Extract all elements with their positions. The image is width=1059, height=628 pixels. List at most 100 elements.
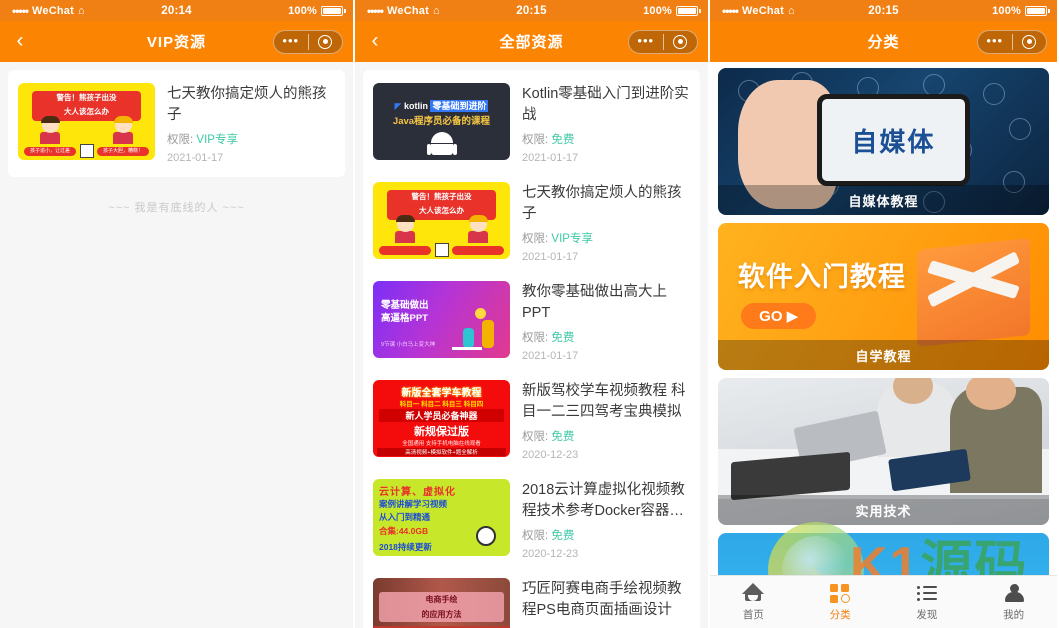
resource-permission: 权限: VIP专享: [522, 230, 690, 246]
resource-date: 2020-12-23: [522, 548, 579, 560]
resource-date: 2021-01-17: [522, 350, 579, 362]
category-card-shiyong[interactable]: 实用技术: [718, 378, 1049, 525]
resource-permission: 权限: 免费: [522, 527, 690, 543]
vip-card-wrap: 警告！熊孩子出没 大人该怎么办 孩子追小，让过差 孩子大胆，糟糕！ 七天教你搞定…: [0, 62, 353, 185]
thumb-line-1: kotlin: [403, 101, 428, 111]
resource-meta: 七天教你搞定烦人的熊孩子 权限: VIP专享 2021-01-17: [522, 182, 690, 263]
go-button[interactable]: GO ▶: [741, 302, 817, 329]
category-scroll[interactable]: 自媒体 自媒体教程 软件入门教程 GO ▶ 自学教程 实用技术: [710, 62, 1057, 575]
resource-date: 2021-01-17: [522, 251, 579, 263]
tab-label: 首页: [742, 609, 764, 621]
tab-label: 分类: [829, 609, 851, 621]
gift-box-art: [916, 237, 1030, 347]
vip-resource-scroll[interactable]: 警告！熊孩子出没 大人该怎么办 孩子追小，让过差 孩子大胆，糟糕！ 七天教你搞定…: [0, 62, 353, 628]
permission-label: 权限:: [167, 134, 194, 146]
resource-permission: 权限: 免费: [522, 131, 690, 147]
thumb-line-3: 新人学员必备神器: [379, 409, 504, 422]
resource-meta: 2018云计算虚拟化视频教程技术参考Docker容器… 权限: 免费 2020-…: [522, 479, 690, 560]
thumb-line-2: 零基础到进阶: [430, 100, 489, 112]
panel-all-resources: ••••• WeChat ⌂ 20:15 100% ‹ 全部资源 ••• ◤ k…: [353, 0, 708, 628]
more-menu-icon[interactable]: •••: [978, 34, 1012, 50]
cloud-computing-thumb: 云计算、虚拟化 案例讲解学习视频 从入门到精通 合集:44.0GB 2018持续…: [373, 479, 510, 556]
resource-date: 2021-01-17: [167, 152, 224, 164]
thumb-line-3: Java程序员必备的课程: [392, 116, 491, 127]
resource-title: 2018云计算虚拟化视频教程技术参考Docker容器…: [522, 482, 685, 519]
tab-categories[interactable]: 分类: [797, 576, 884, 628]
list-item[interactable]: 电商手绘 的应用方法 玩转 "狂欢节" 电商手绘页面如何设计? 讲师： 阿赛 巧…: [363, 569, 700, 628]
home-icon: [742, 582, 765, 604]
close-miniprogram-icon[interactable]: [1013, 34, 1047, 49]
thumb-line-5: 2018持续更新: [379, 542, 432, 552]
driving-school-thumb: 新版全套学车教程 科目一 科目二 科目三 科目四 新人学员必备神器 新规保过版 …: [373, 380, 510, 457]
permission-label: 权限:: [522, 530, 549, 542]
tab-profile[interactable]: 我的: [970, 576, 1057, 628]
tab-home[interactable]: 首页: [710, 576, 797, 628]
list-item[interactable]: 新版全套学车教程 科目一 科目二 科目三 科目四 新人学员必备神器 新规保过版 …: [363, 371, 700, 470]
permission-label: 权限:: [522, 134, 549, 146]
thumb-line-2: 高逼格PPT: [381, 313, 428, 324]
thumb-line-1: 零基础做出: [381, 300, 429, 311]
category-art-text: 自媒体: [851, 126, 936, 157]
resource-meta: 教你零基础做出高大上PPT 权限: 免费 2021-01-17: [522, 281, 690, 362]
nav-bar: ‹ 全部资源 •••: [355, 21, 708, 62]
thumb-line-1: 警告！熊孩子出没: [411, 192, 472, 201]
grid-search-icon: [829, 582, 851, 604]
resource-meta: 七天教你搞定烦人的熊孩子 权限: VIP专享 2021-01-17: [167, 83, 335, 164]
status-bar: ••••• WeChat ⌂ 20:15 100%: [355, 0, 708, 21]
tab-discover[interactable]: 发现: [884, 576, 971, 628]
thumb-line-2: 的应用方法: [421, 610, 462, 619]
bear-kids-thumb: 警告！熊孩子出没 大人该怎么办: [373, 182, 510, 259]
list-item[interactable]: 警告！熊孩子出没 大人该怎么办 七天教你搞定烦人的熊孩子 权限: VIP专享 2…: [363, 173, 700, 272]
category-label: 自学教程: [718, 340, 1049, 370]
resource-date: 2020-12-23: [522, 449, 579, 461]
panel-categories: ••••• WeChat ⌂ 20:15 100% 分类 ••• 自媒体 自媒体…: [708, 0, 1057, 628]
more-menu-icon[interactable]: •••: [274, 34, 308, 50]
close-miniprogram-icon[interactable]: [309, 34, 343, 49]
list-item[interactable]: 零基础做出 高逼格PPT 9节课 小白马上变大神 教你零基础做出高大上PPT 权…: [363, 272, 700, 371]
kotlin-android-thumb: ◤ kotlin 零基础到进阶 Java程序员必备的课程: [373, 83, 510, 160]
thumb-line-1: 警告！熊孩子出没: [56, 93, 117, 102]
status-time: 20:14: [161, 4, 192, 17]
resource-title: 七天教你搞定烦人的熊孩子: [167, 86, 327, 123]
thumb-line-1: 新版全套学车教程: [401, 388, 482, 399]
list-item[interactable]: 云计算、虚拟化 案例讲解学习视频 从入门到精通 合集:44.0GB 2018持续…: [363, 470, 700, 569]
permission-label: 权限:: [522, 332, 549, 344]
permission-label: 权限:: [522, 233, 549, 245]
vip-resource-list: 警告！熊孩子出没 大人该怎么办 孩子追小，让过差 孩子大胆，糟糕！ 七天教你搞定…: [8, 70, 345, 177]
nav-bar: ‹ VIP资源 •••: [0, 21, 353, 62]
thumb-line-3: 孩子追小，让过差: [24, 147, 76, 156]
wechat-capsule[interactable]: •••: [273, 29, 343, 54]
permission-value: 免费: [551, 134, 575, 146]
status-time: 20:15: [516, 4, 547, 17]
category-art-text: 软件入门教程: [737, 262, 906, 293]
resource-title: 巧匠阿赛电商手绘视频教程PS电商页面插画设计视…: [522, 581, 682, 618]
thumb-line-3: 从入门到精通: [379, 512, 431, 522]
nav-bar: 分类 •••: [710, 21, 1057, 62]
all-card-wrap: ◤ kotlin 零基础到进阶 Java程序员必备的课程 Kotlin零基础入门…: [355, 62, 708, 628]
category-card-zixue[interactable]: 软件入门教程 GO ▶ 自学教程: [718, 223, 1049, 370]
list-item[interactable]: 警告！熊孩子出没 大人该怎么办 孩子追小，让过差 孩子大胆，糟糕！ 七天教你搞定…: [8, 74, 345, 173]
resource-permission: 权限: 免费: [522, 329, 690, 345]
phone-art: 自媒体: [817, 94, 970, 186]
category-label: 实用技术: [718, 495, 1049, 525]
bear-kids-thumb: 警告！熊孩子出没 大人该怎么办 孩子追小，让过差 孩子大胆，糟糕！: [18, 83, 155, 160]
list-end-note: ~~~ 我是有底线的人 ~~~: [108, 202, 245, 214]
status-bar: ••••• WeChat ⌂ 20:15 100%: [710, 0, 1057, 21]
thumb-line-4: 合集:44.0GB: [379, 526, 429, 536]
resource-permission: 权限: VIP专享: [167, 131, 335, 147]
category-card-zimeiti[interactable]: 自媒体 自媒体教程: [718, 68, 1049, 215]
permission-value: VIP专享: [196, 134, 238, 146]
permission-label: 权限:: [522, 431, 549, 443]
list-item[interactable]: ◤ kotlin 零基础到进阶 Java程序员必备的课程 Kotlin零基础入门…: [363, 74, 700, 173]
all-resource-scroll[interactable]: ◤ kotlin 零基础到进阶 Java程序员必备的课程 Kotlin零基础入门…: [355, 62, 708, 628]
more-menu-icon[interactable]: •••: [629, 34, 663, 50]
wechat-capsule[interactable]: •••: [628, 29, 698, 54]
wechat-capsule[interactable]: •••: [977, 29, 1047, 54]
category-card-partial[interactable]: [718, 533, 1049, 575]
battery-icon: [676, 5, 701, 16]
thumb-line-4: 新规保过版: [414, 426, 469, 438]
monkey-face-art: [476, 526, 496, 546]
thumb-line-3: 9节课 小白马上变大神: [381, 342, 436, 348]
resource-meta: 巧匠阿赛电商手绘视频教程PS电商页面插画设计视… 权限: 免费 2020-12-…: [522, 578, 690, 628]
close-miniprogram-icon[interactable]: [664, 34, 698, 49]
